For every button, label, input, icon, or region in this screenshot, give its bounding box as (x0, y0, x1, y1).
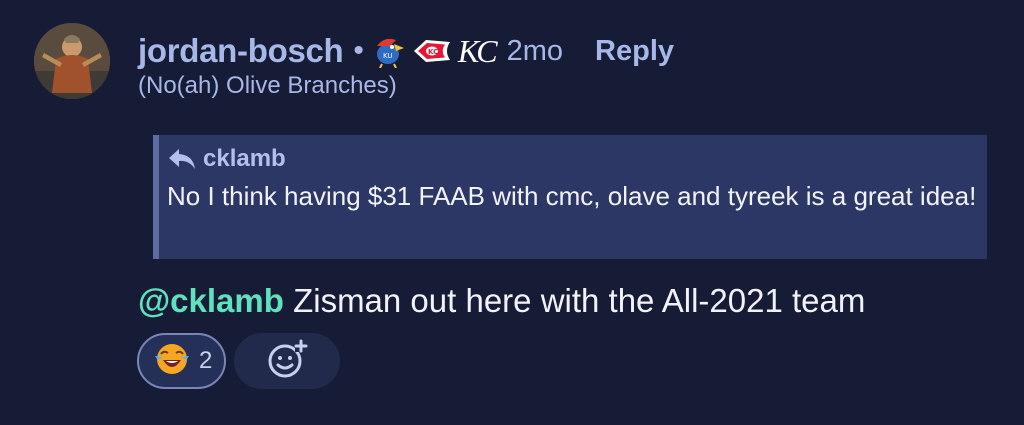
separator-dot: • (353, 34, 364, 67)
reply-arrow-icon (167, 147, 197, 171)
add-reaction-icon (265, 337, 309, 386)
laughing-crying-emoji-icon (153, 340, 191, 383)
avatar-image (34, 23, 110, 99)
quote-author[interactable]: cklamb (167, 145, 977, 173)
reaction-count: 2 (199, 347, 213, 374)
svg-text:KU: KU (383, 52, 393, 60)
timestamp[interactable]: 2mo (507, 35, 563, 68)
comment-body: @cklamb Zisman out here with the All-202… (138, 282, 865, 320)
kc-royals-icon: KC (457, 32, 498, 69)
comment-header: jordan-bosch • KU KC KC 2mo Reply (138, 28, 674, 74)
reply-button[interactable]: Reply (595, 35, 674, 68)
quoted-comment[interactable]: cklamb No I think having $31 FAAB with c… (153, 135, 987, 259)
comment: jordan-bosch • KU KC KC 2mo Reply (No(ah… (0, 0, 1024, 425)
username-link[interactable]: jordan-bosch (138, 32, 344, 70)
chiefs-arrowhead-icon: KC (412, 36, 452, 66)
kansas-jayhawks-icon: KU (370, 34, 406, 68)
add-reaction-button[interactable] (234, 333, 341, 389)
svg-text:KC: KC (428, 48, 438, 56)
quote-text: No I think having $31 FAAB with cmc, ola… (167, 181, 977, 211)
avatar[interactable] (34, 23, 110, 99)
user-flair-text: (No(ah) Olive Branches) (138, 72, 397, 99)
comment-body-text: Zisman out here with the All-2021 team (283, 282, 866, 319)
user-mention-link[interactable]: @cklamb (138, 282, 284, 319)
reaction-laughing-button[interactable]: 2 (137, 333, 227, 389)
reaction-bar: 2 (137, 333, 341, 389)
quote-author-name: cklamb (203, 145, 286, 172)
